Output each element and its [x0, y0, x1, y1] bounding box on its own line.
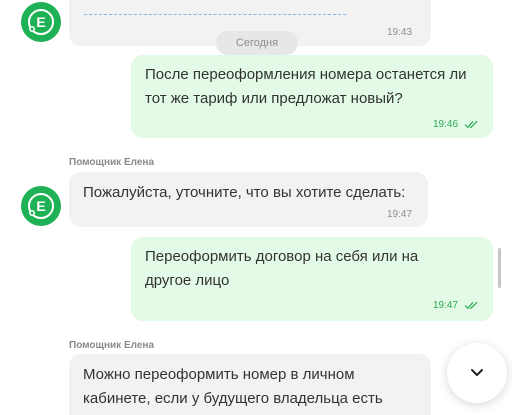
svg-text:E: E	[36, 14, 45, 30]
date-separator: Сегодня	[216, 31, 298, 55]
message-time: 19:43	[387, 27, 413, 38]
double-check-icon	[464, 301, 478, 310]
double-check-icon	[464, 120, 478, 129]
message-time: 19:47	[387, 209, 413, 220]
assistant-logo-icon: E	[28, 193, 54, 219]
message-time: 19:46	[433, 119, 459, 130]
scrollbar-thumb[interactable]	[498, 248, 501, 288]
svg-text:E: E	[36, 198, 45, 214]
message-text: Пожалуйста, уточните, что вы хотите сдел…	[83, 184, 406, 201]
message-bubble-outgoing: После переоформления номера останется ли…	[131, 55, 493, 138]
assistant-logo-icon: E	[28, 9, 54, 35]
message-text: Переоформить договор на себя или на друг…	[145, 248, 419, 289]
scroll-down-button[interactable]	[447, 343, 507, 403]
message-bubble-incoming: Пожалуйста, уточните, что вы хотите сдел…	[69, 172, 428, 227]
assistant-avatar: E	[21, 2, 61, 42]
message-text: Можно переоформить номер в личном кабине…	[83, 366, 383, 407]
message-bubble-outgoing: Переоформить договор на себя или на друг…	[131, 237, 493, 321]
message-link[interactable]	[84, 10, 346, 15]
sender-name: Помощник Елена	[69, 340, 154, 351]
chevron-down-icon	[471, 369, 483, 376]
assistant-avatar: E	[21, 186, 61, 226]
sender-name: Помощник Елена	[69, 157, 154, 168]
message-time: 19:47	[433, 300, 459, 311]
message-text: После переоформления номера останется ли…	[145, 66, 467, 107]
message-bubble-incoming: Можно переоформить номер в личном кабине…	[69, 354, 431, 415]
